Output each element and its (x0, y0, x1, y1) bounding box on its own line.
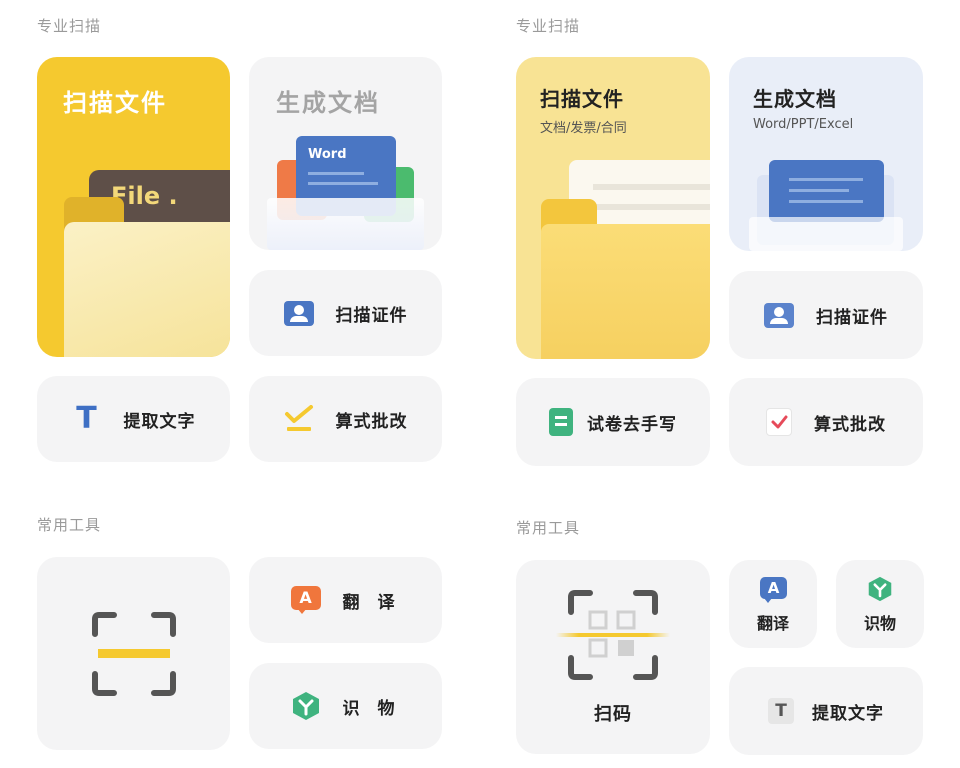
exam-remove-handwriting-label: 试卷去手写 (587, 414, 677, 435)
identify-label: 识 物 (342, 698, 401, 719)
generate-doc-card[interactable]: 生成文档 Word/PPT/Excel (729, 57, 923, 251)
translate-label: 翻 译 (342, 592, 401, 613)
doc-tray-icon (749, 217, 903, 251)
identify-object-icon (867, 576, 893, 606)
doc-icon (769, 160, 884, 222)
scan-id-button[interactable]: 扫描证件 (249, 270, 442, 356)
section-title-professional-scan: 专业扫描 (37, 17, 102, 35)
section-title-common-tools: 常用工具 (37, 516, 102, 534)
exam-paper-icon (549, 408, 573, 436)
translate-icon: A (290, 586, 321, 614)
section-title-common-tools: 常用工具 (516, 519, 581, 537)
check-paper-icon (766, 408, 792, 436)
text-t-icon: T (76, 401, 97, 436)
math-check-label: 算式批改 (814, 414, 886, 435)
math-check-label: 算式批改 (335, 411, 408, 432)
check-mark-icon (284, 405, 314, 433)
math-check-button[interactable]: 算式批改 (249, 376, 442, 462)
scan-id-label: 扫描证件 (816, 307, 888, 328)
id-card-icon (764, 302, 794, 328)
scan-file-card[interactable]: 扫描文件 文档/发票/合同 (516, 57, 710, 359)
math-check-button[interactable]: 算式批改 (729, 378, 923, 466)
qr-scan-icon (568, 590, 658, 686)
scan-file-label: 扫描文件 (540, 87, 624, 111)
extract-text-label: 提取文字 (123, 411, 196, 432)
generate-doc-subtitle: Word/PPT/Excel (753, 117, 854, 132)
folder-front-icon (541, 224, 710, 359)
section-title-professional-scan: 专业扫描 (516, 17, 581, 35)
extract-text-label: 提取文字 (812, 703, 884, 724)
translate-icon-tail (764, 598, 772, 603)
folder-front-icon (64, 222, 230, 357)
id-card-icon (283, 300, 314, 326)
scan-id-button[interactable]: 扫描证件 (729, 271, 923, 359)
scan-id-label: 扫描证件 (335, 305, 408, 326)
scan-line-icon (556, 633, 670, 637)
translate-label: 翻译 (756, 614, 789, 633)
identify-object-icon (291, 691, 321, 721)
scan-code-card[interactable]: 扫码 (516, 560, 710, 754)
scan-file-card[interactable]: 扫描文件 File . (37, 57, 230, 357)
generate-doc-label: 生成文档 (276, 89, 380, 117)
doc-tray-icon (267, 198, 424, 250)
generate-doc-label: 生成文档 (753, 87, 837, 111)
word-doc-text: Word (308, 147, 347, 162)
exam-remove-handwriting-button[interactable]: 试卷去手写 (516, 378, 710, 466)
scan-code-card[interactable] (37, 557, 230, 750)
extract-text-button[interactable]: T 提取文字 (37, 376, 230, 462)
translate-button[interactable]: A 翻译 (729, 560, 817, 648)
identify-button[interactable]: 识物 (836, 560, 924, 648)
identify-label: 识物 (863, 614, 896, 633)
doc-line-icon (308, 182, 378, 185)
generate-doc-card[interactable]: 生成文档 Word (249, 57, 442, 250)
scan-frame-icon (92, 612, 176, 700)
scan-file-subtitle: 文档/发票/合同 (540, 121, 627, 136)
translate-icon-glyph: A (290, 586, 321, 610)
translate-icon: A (760, 577, 787, 599)
scan-code-label: 扫码 (594, 704, 632, 725)
extract-text-button[interactable]: T 提取文字 (729, 667, 923, 755)
identify-button[interactable]: 识 物 (249, 663, 442, 749)
text-t-icon: T (768, 698, 794, 724)
scan-file-label: 扫描文件 (63, 89, 167, 117)
translate-button[interactable]: A 翻 译 (249, 557, 442, 643)
doc-line-icon (308, 172, 364, 175)
